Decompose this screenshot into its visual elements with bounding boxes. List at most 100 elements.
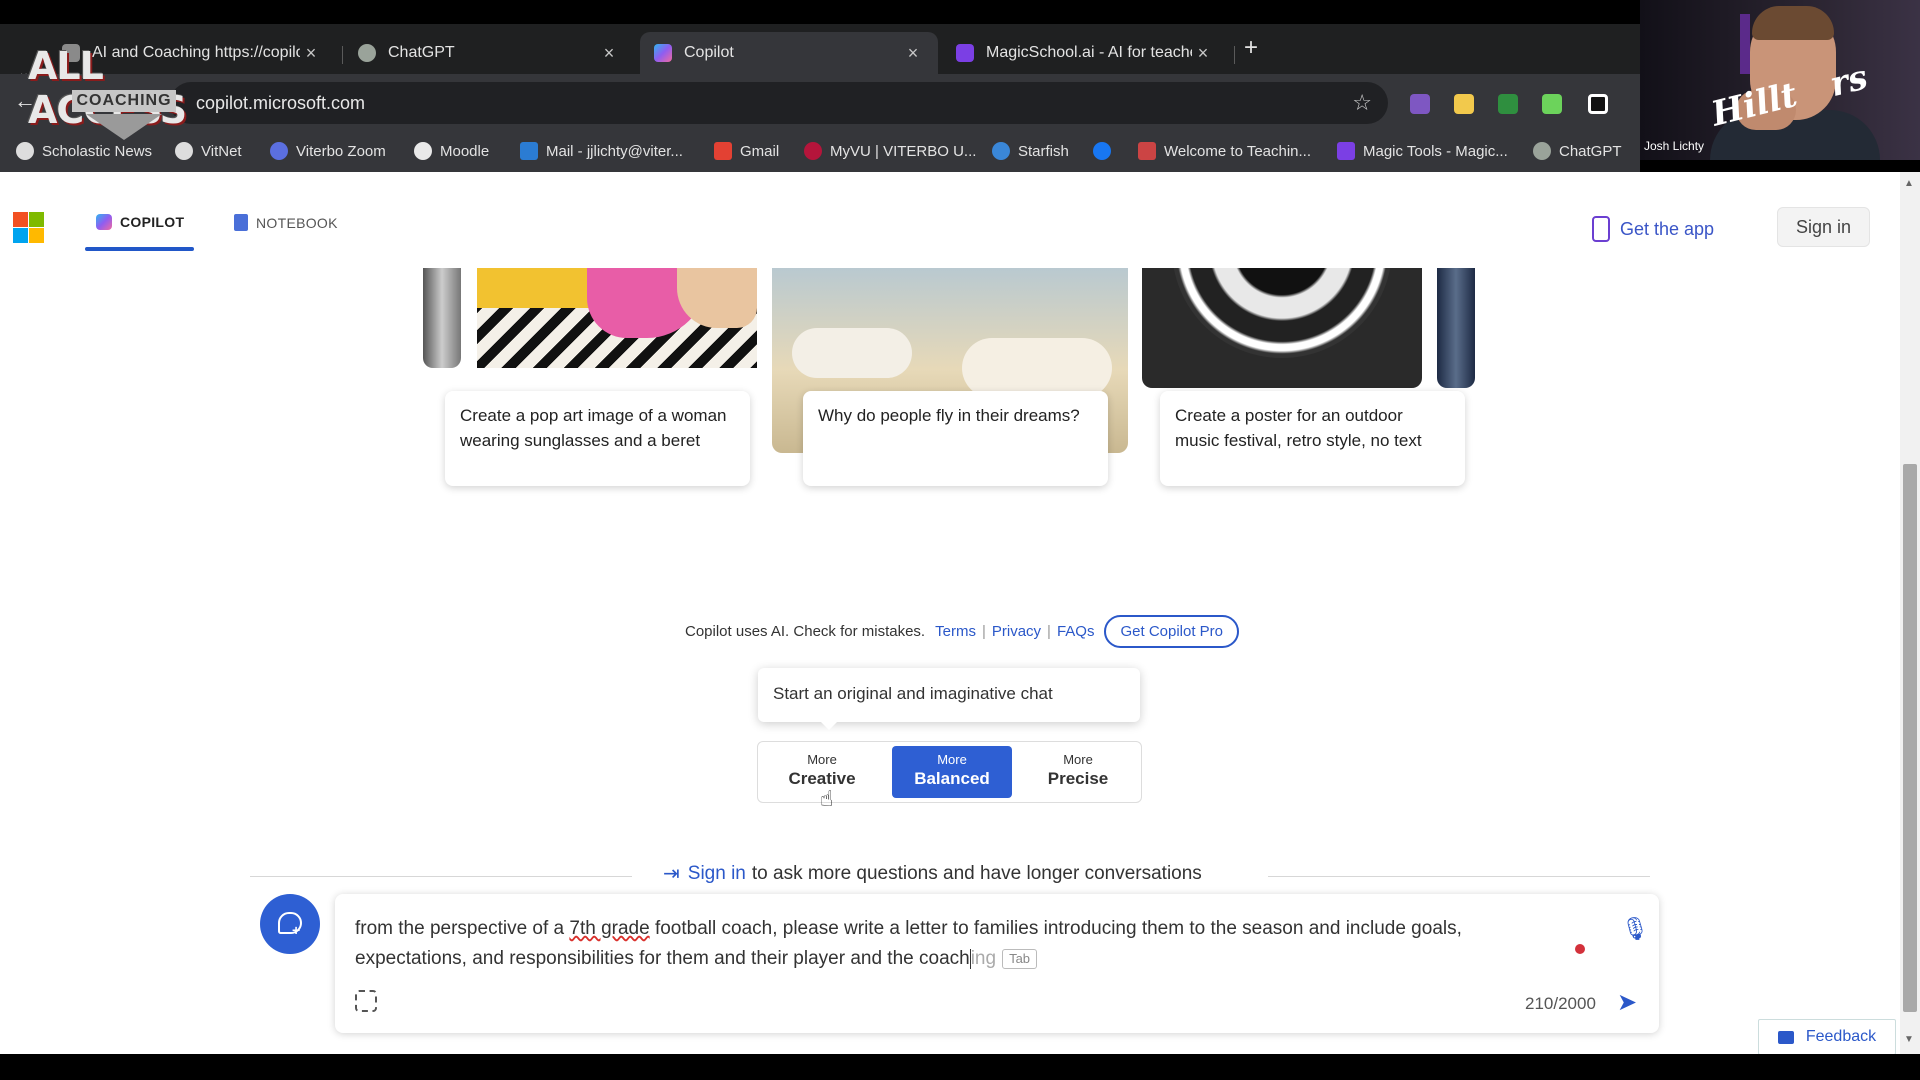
bookmark-label: Gmail (740, 142, 780, 160)
scrollbar-thumb[interactable] (1903, 464, 1917, 1012)
tab-notebook-nav[interactable]: NOTEBOOK (234, 214, 338, 231)
feedback-button[interactable]: Feedback (1758, 1019, 1896, 1054)
sign-in-button[interactable]: Sign in (1777, 207, 1870, 247)
extension-icon[interactable] (1542, 94, 1562, 114)
extension-icon[interactable] (1454, 94, 1474, 114)
privacy-link[interactable]: Privacy (992, 623, 1041, 640)
suggestion-card[interactable]: Create a poster for an outdoor music fes… (1160, 391, 1465, 486)
bookmark-star-icon[interactable]: ☆ (1352, 90, 1372, 116)
close-tab-icon[interactable]: × (598, 43, 620, 64)
chat-input-box[interactable]: from the perspective of a 7th grade foot… (335, 894, 1659, 1033)
bookmark-label: Viterbo Zoom (296, 142, 386, 160)
tone-precise-button[interactable]: More Precise (1018, 746, 1138, 798)
send-icon[interactable]: ➤ (1617, 988, 1637, 1017)
bookmark-item[interactable]: Welcome to Teachin... (1138, 142, 1311, 160)
close-tab-icon[interactable]: × (902, 43, 924, 64)
webcam-person-hair (1752, 6, 1834, 40)
separator: | (1047, 623, 1051, 640)
feedback-label: Feedback (1805, 1028, 1877, 1045)
bookmark-item[interactable]: Starfish (992, 142, 1069, 160)
tab-strip: ⌄ AI and Coaching https://copilot. × Cha… (0, 24, 1640, 80)
webcam-feed: Hillt rs Josh Lichty (1640, 0, 1920, 160)
nav-tab-label: COPILOT (120, 214, 185, 230)
tab-key-hint: Tab (1002, 948, 1038, 969)
gmail-icon (714, 142, 732, 160)
bookmark-item[interactable]: ChatGPT (1533, 142, 1622, 160)
logo-text-bottom: COACHING (72, 90, 176, 112)
copilot-icon (96, 214, 112, 230)
extension-icon[interactable] (1588, 94, 1608, 114)
bookmark-item[interactable]: Viterbo Zoom (270, 142, 386, 160)
recording-dot (1575, 944, 1585, 954)
address-bar[interactable]: copilot.microsoft.com ☆ (170, 82, 1388, 124)
suggestion-card[interactable]: Create a pop art image of a woman wearin… (445, 391, 750, 486)
url-text[interactable]: copilot.microsoft.com (196, 93, 365, 114)
bookmarks-bar: Scholastic News VitNet Viterbo Zoom Mood… (0, 132, 1640, 172)
tab-chatgpt[interactable]: ChatGPT × (344, 32, 634, 74)
character-counter: 210/2000 (1525, 994, 1596, 1013)
bookmark-item[interactable]: Moodle (414, 142, 489, 160)
visual-search-icon[interactable] (355, 990, 377, 1012)
bookmark-item[interactable] (1093, 142, 1119, 160)
tone-small-label: More (937, 752, 967, 767)
get-copilot-pro-button[interactable]: Get Copilot Pro (1104, 615, 1240, 648)
extension-icon[interactable] (1498, 94, 1518, 114)
magicschool-favicon-icon (956, 44, 974, 62)
moodle-icon (414, 142, 432, 160)
nav-tab-label: NOTEBOOK (256, 214, 338, 231)
notebook-icon (234, 214, 248, 231)
input-text-segment: from the perspective of a (355, 918, 570, 939)
tab-title: ChatGPT (388, 44, 455, 61)
conversation-style-selector: More Creative More Balanced More Precise (757, 741, 1142, 803)
facebook-icon (1093, 142, 1111, 160)
separator: | (981, 623, 986, 640)
pop-art-image[interactable] (477, 268, 757, 368)
suggestion-card[interactable]: Why do people fly in their dreams? (803, 391, 1108, 486)
tab-divider (1234, 46, 1235, 64)
chatgpt-favicon-icon (358, 44, 376, 62)
tone-big-label: Balanced (914, 769, 990, 788)
disclaimer-row: Copilot uses AI. Check for mistakes. Ter… (685, 615, 1240, 648)
bookmark-item[interactable]: Mail - jjlichty@viter... (520, 142, 683, 160)
new-topic-button[interactable]: + (260, 894, 320, 954)
festival-poster-image[interactable] (1142, 268, 1422, 388)
faqs-link[interactable]: FAQs (1057, 623, 1095, 640)
tab-copilot-nav[interactable]: COPILOT (96, 214, 184, 230)
tone-small-label: More (807, 752, 837, 767)
teaching-icon (1138, 142, 1156, 160)
tab-divider (342, 46, 343, 64)
feedback-icon (1777, 1030, 1794, 1044)
get-the-app-link[interactable]: Get the app (1592, 216, 1714, 242)
autocomplete-suggestion: ing (970, 948, 997, 969)
plus-icon: + (292, 922, 301, 938)
bookmark-item[interactable]: Scholastic News (16, 142, 152, 160)
microsoft-logo-icon[interactable] (13, 212, 45, 244)
tab-magicschool[interactable]: MagicSchool.ai - AI for teachers × (942, 32, 1228, 74)
terms-link[interactable]: Terms (935, 623, 976, 640)
divider-line (1268, 876, 1650, 877)
bookmark-label: Moodle (440, 142, 490, 160)
chat-input-text[interactable]: from the perspective of a 7th grade foot… (355, 914, 1555, 974)
tone-balanced-button[interactable]: More Balanced (892, 746, 1012, 798)
bookmark-item[interactable]: VitNet (175, 142, 242, 160)
carousel-image-edge-left (423, 268, 461, 368)
logo-chevron (86, 114, 162, 140)
bookmark-item[interactable]: MyVU | VITERBO U... (804, 142, 976, 160)
close-tab-icon[interactable]: × (300, 43, 322, 64)
close-tab-icon[interactable]: × (1192, 43, 1214, 64)
sign-in-link[interactable]: Sign in (688, 863, 746, 885)
cloud-shape (792, 328, 912, 378)
suggestion-text: Create a poster for an outdoor music fes… (1175, 406, 1422, 450)
suggestion-text: Create a pop art image of a woman wearin… (460, 406, 727, 450)
scroll-down-icon[interactable]: ▼ (1904, 1034, 1914, 1045)
bookmark-item[interactable]: Magic Tools - Magic... (1337, 142, 1508, 160)
bookmark-label: Magic Tools - Magic... (1363, 142, 1508, 160)
disclaimer-text: Copilot uses AI. Check for mistakes. (685, 623, 926, 640)
microphone-icon[interactable]: 🎙 (1621, 916, 1649, 942)
new-tab-button[interactable]: + (1244, 34, 1258, 62)
scroll-up-icon[interactable]: ▲ (1904, 178, 1914, 189)
bookmark-item[interactable]: Gmail (714, 142, 779, 160)
tab-copilot[interactable]: Copilot × (640, 32, 938, 74)
extension-icon[interactable] (1410, 94, 1430, 114)
bookmark-label: ChatGPT (1559, 142, 1622, 160)
